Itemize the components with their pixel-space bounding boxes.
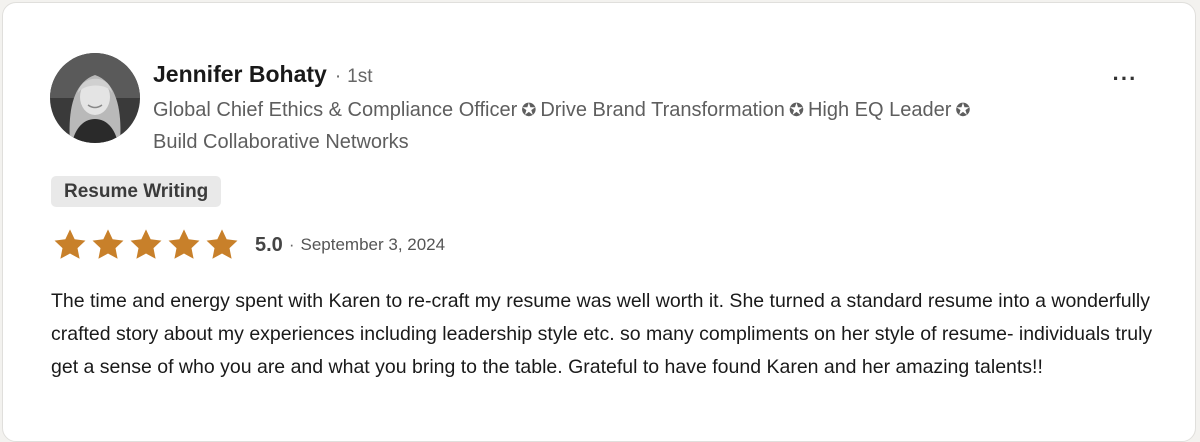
service-tag: Resume Writing bbox=[51, 176, 222, 207]
rating-score: 5.0 bbox=[255, 233, 283, 256]
rating-separator: · bbox=[288, 235, 295, 254]
star-rating bbox=[51, 227, 241, 263]
star-icon bbox=[203, 227, 241, 263]
headline-part: Build Collaborative Networks bbox=[153, 131, 409, 153]
star-icon bbox=[165, 227, 203, 263]
star-circle-icon: ✪ bbox=[955, 100, 971, 120]
headline-part: High EQ Leader bbox=[807, 99, 952, 121]
avatar-photo bbox=[50, 53, 140, 143]
review-card: Jennifer Bohaty · 1st Global Chief Ethic… bbox=[2, 2, 1196, 442]
star-icon bbox=[127, 227, 165, 263]
connection-degree: 1st bbox=[347, 66, 373, 87]
reviewer-name[interactable]: Jennifer Bohaty bbox=[153, 61, 327, 88]
star-icon bbox=[89, 227, 127, 263]
reviewer-name-row: Jennifer Bohaty · 1st bbox=[153, 61, 373, 88]
star-circle-icon: ✪ bbox=[788, 100, 804, 120]
star-icon bbox=[51, 227, 89, 263]
more-horizontal-icon: ··· bbox=[1112, 66, 1138, 91]
more-options-button[interactable]: ··· bbox=[1109, 65, 1141, 93]
avatar[interactable] bbox=[50, 53, 140, 143]
rating-row: 5.0 · September 3, 2024 bbox=[51, 225, 445, 265]
star-circle-icon: ✪ bbox=[521, 100, 537, 120]
reviewer-headline: Global Chief Ethics & Compliance Officer… bbox=[153, 94, 1093, 158]
headline-part: Drive Brand Transformation bbox=[540, 99, 785, 121]
name-separator: · bbox=[334, 66, 342, 87]
headline-part: Global Chief Ethics & Compliance Officer bbox=[153, 99, 518, 121]
review-text: The time and energy spent with Karen to … bbox=[51, 290, 1153, 378]
review-date: September 3, 2024 bbox=[300, 235, 446, 254]
